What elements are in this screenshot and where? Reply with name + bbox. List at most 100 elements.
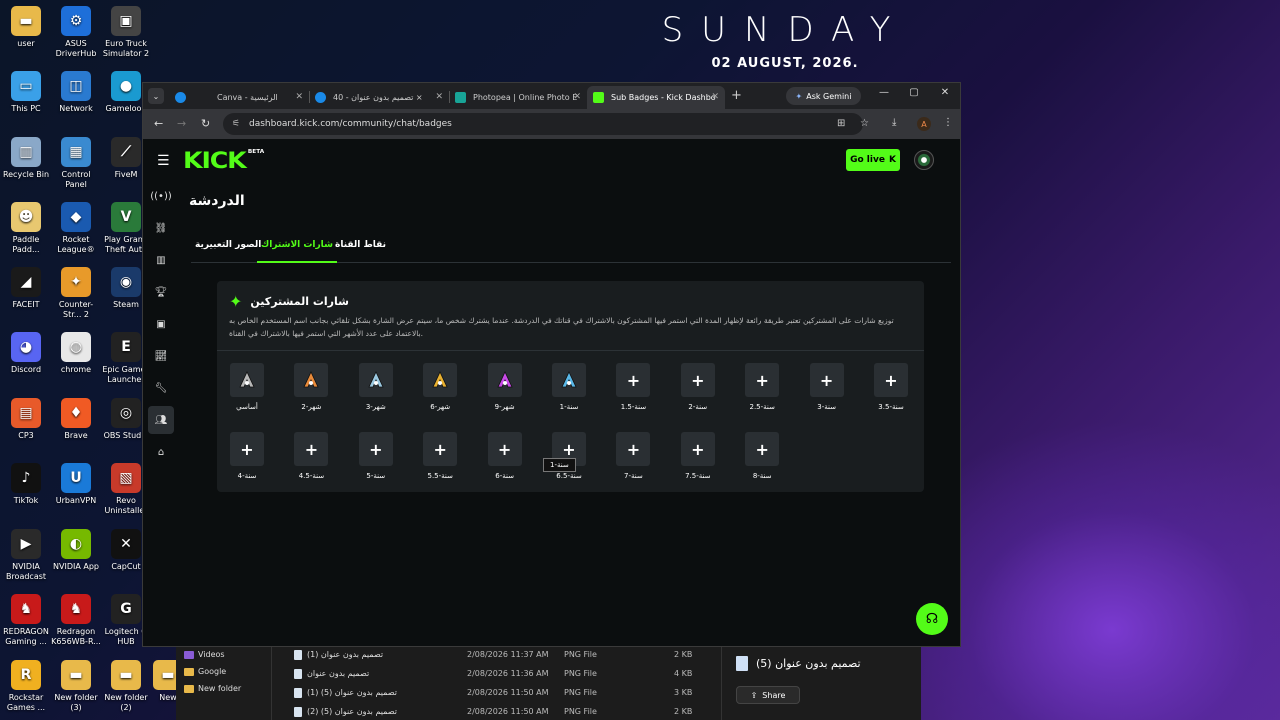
desktop-icon[interactable]: ◍ chrome xyxy=(50,332,102,375)
badge-slot[interactable]: سنة-1 xyxy=(549,363,589,411)
creator-tools-icon[interactable]: ⌂ xyxy=(151,442,171,462)
badge-slot[interactable]: شهر-3 xyxy=(356,363,396,411)
close-window-button[interactable]: ✕ xyxy=(935,87,955,98)
nav-item-google[interactable]: Google xyxy=(176,663,271,680)
add-badge-icon[interactable]: + xyxy=(294,432,329,466)
profile-avatar[interactable]: A xyxy=(917,117,931,131)
add-badge-icon[interactable]: + xyxy=(616,432,651,466)
tab-close-icon[interactable]: ✕ xyxy=(435,92,443,102)
tab-search-button[interactable]: ⌄ xyxy=(148,88,164,104)
tab-emotes[interactable]: الصور التعبيرية xyxy=(191,237,265,263)
desktop-icon[interactable]: ◐ NVIDIA App xyxy=(50,529,102,572)
desktop-icon[interactable]: ▬ New folder (3) xyxy=(50,660,102,713)
browser-tab-canva-design[interactable]: تصميم بدون عنوان - 40 × ✕ xyxy=(309,86,449,109)
nav-item-videos[interactable]: Videos xyxy=(176,646,271,663)
add-badge-icon[interactable]: + xyxy=(423,432,458,466)
kick-badge-icon[interactable] xyxy=(423,363,458,397)
badge-slot[interactable]: + سنة-2.5 xyxy=(742,363,782,411)
desktop-icon[interactable]: R Rockstar Games ... xyxy=(0,660,52,713)
desktop-icon[interactable]: ▭ This PC xyxy=(0,71,52,114)
badge-slot[interactable]: + سنة-3 xyxy=(807,363,847,411)
user-avatar[interactable] xyxy=(914,150,934,170)
file-row[interactable]: تصميم بدون عنوان (1) 2/08/2026 11:37 AM PN… xyxy=(294,647,714,665)
kick-badge-icon[interactable] xyxy=(487,363,522,397)
ask-gemini-button[interactable]: ✦ Ask Gemini xyxy=(786,87,861,105)
media-icon[interactable]: ▣ xyxy=(151,314,171,334)
site-info-icon[interactable]: ⚟ xyxy=(232,119,240,129)
kick-badge-icon[interactable] xyxy=(552,363,586,397)
bookmark-star-icon[interactable]: ☆ xyxy=(860,118,869,129)
browser-tab-photopea[interactable]: Photopea | Online Photo E ✕ xyxy=(449,86,587,109)
desktop-icon[interactable]: ◫ Network xyxy=(50,71,102,114)
kick-logo[interactable]: KICK BETA xyxy=(183,149,264,174)
tab-close-icon[interactable]: ✕ xyxy=(711,92,719,102)
badge-slot[interactable]: + سنة-4.5 xyxy=(291,432,331,480)
badge-slot[interactable]: شهر-6 xyxy=(420,363,460,411)
desktop-icon[interactable]: ▬ user xyxy=(0,6,52,49)
reload-button[interactable]: ↻ xyxy=(201,117,210,130)
tab-channel-points[interactable]: نقاط القناة xyxy=(331,237,390,263)
badge-slot[interactable]: + سنة-7.5 xyxy=(678,432,718,480)
add-badge-icon[interactable]: + xyxy=(680,363,715,397)
file-row[interactable]: تصميم بدون عنوان (5) (2) 2/08/2026 11:50 … xyxy=(294,704,714,720)
back-button[interactable]: ← xyxy=(154,117,163,130)
minimize-button[interactable]: — xyxy=(874,87,894,98)
badge-slot[interactable]: + سنة-7 xyxy=(613,432,653,480)
more-menu-icon[interactable]: ⋮ xyxy=(943,117,953,128)
badge-slot[interactable]: + سنة-2 xyxy=(678,363,718,411)
support-chat-button[interactable]: ☊ xyxy=(916,603,948,635)
desktop-icon[interactable]: ☻ Paddle Padd... xyxy=(0,202,52,255)
badge-slot[interactable]: أساسي xyxy=(227,363,267,411)
desktop-icon[interactable]: ◕ Discord xyxy=(0,332,52,375)
file-row[interactable]: تصميم بدون عنوان (5) (1) 2/08/2026 11:50 … xyxy=(294,685,714,703)
new-tab-button[interactable]: + xyxy=(731,88,742,103)
broadcast-icon[interactable]: ((•)) xyxy=(150,186,172,206)
file-row[interactable]: تصميم بدون عنوان 2/08/2026 11:36 AM PNG Fi… xyxy=(294,666,714,684)
desktop-icon[interactable]: ♪ TikTok xyxy=(0,463,52,506)
badge-slot[interactable]: + سنة-8 xyxy=(742,432,782,480)
desktop-icon[interactable]: ✦ Counter-Str... 2 xyxy=(50,267,102,320)
badge-slot[interactable]: + سنة-6 xyxy=(485,432,525,480)
tab-close-icon[interactable]: ✕ xyxy=(295,92,303,102)
desktop-icon[interactable]: ▦ Control Panel xyxy=(50,137,102,190)
add-badge-icon[interactable]: + xyxy=(874,363,908,397)
address-bar[interactable]: ⚟ dashboard.kick.com/community/chat/badg… xyxy=(223,113,869,135)
link-icon[interactable]: ⛓ xyxy=(151,218,171,238)
desktop-icon[interactable]: ▶ NVIDIA Broadcast xyxy=(0,529,52,582)
add-badge-icon[interactable]: + xyxy=(616,363,651,397)
badge-slot[interactable]: شهر-2 xyxy=(291,363,331,411)
add-badge-icon[interactable]: + xyxy=(680,432,715,466)
desktop-icon[interactable]: ♞ REDRAGON Gaming ... xyxy=(0,594,52,647)
badge-slot[interactable]: + سنة-3.5 xyxy=(871,363,911,411)
add-badge-icon[interactable]: + xyxy=(358,432,393,466)
analytics-icon[interactable]: ▥ xyxy=(151,250,171,270)
add-badge-icon[interactable]: + xyxy=(230,432,264,466)
add-badge-icon[interactable]: + xyxy=(487,432,522,466)
maximize-button[interactable]: ▢ xyxy=(904,87,924,98)
hamburger-menu-icon[interactable]: ☰ xyxy=(157,153,170,169)
desktop-icon[interactable]: ⚙ ASUS DriverHub xyxy=(50,6,102,59)
badge-slot[interactable]: + سنة-4 xyxy=(227,432,267,480)
nav-item-new-folder[interactable]: New folder xyxy=(176,680,271,697)
tab-close-icon[interactable]: ✕ xyxy=(573,92,581,102)
wrench-icon[interactable]: 🔧︎ xyxy=(151,378,171,398)
desktop-icon[interactable]: ▣ Euro Truck Simulator 2 xyxy=(100,6,152,59)
go-live-button[interactable]: Go live K xyxy=(846,149,900,171)
badge-slot[interactable]: شهر-9 xyxy=(485,363,525,411)
share-button[interactable]: ⇪ Share xyxy=(736,686,800,704)
desktop-icon[interactable]: ♞ Redragon K656WB-R... xyxy=(50,594,102,647)
stats-icon[interactable]: 📈︎ xyxy=(151,346,171,366)
add-badge-icon[interactable]: + xyxy=(745,432,780,466)
community-icon[interactable]: 👥︎ xyxy=(148,406,174,434)
badge-slot[interactable]: + سنة-6.5 xyxy=(549,432,589,480)
trophy-icon[interactable]: 🏆︎ xyxy=(151,282,171,302)
add-badge-icon[interactable]: + xyxy=(745,363,780,397)
add-badge-icon[interactable]: + xyxy=(809,363,844,397)
desktop-icon[interactable]: ◆ Rocket League® xyxy=(50,202,102,255)
browser-tab-kick[interactable]: Sub Badges - Kick Dashbo ✕ xyxy=(587,86,725,109)
desktop-icon[interactable]: ◢ FACEIT xyxy=(0,267,52,310)
badge-slot[interactable]: + سنة-5.5 xyxy=(420,432,460,480)
desktop-icon[interactable]: ▥ Recycle Bin xyxy=(0,137,52,180)
forward-button[interactable]: → xyxy=(177,117,186,130)
desktop-icon[interactable]: U UrbanVPN xyxy=(50,463,102,506)
